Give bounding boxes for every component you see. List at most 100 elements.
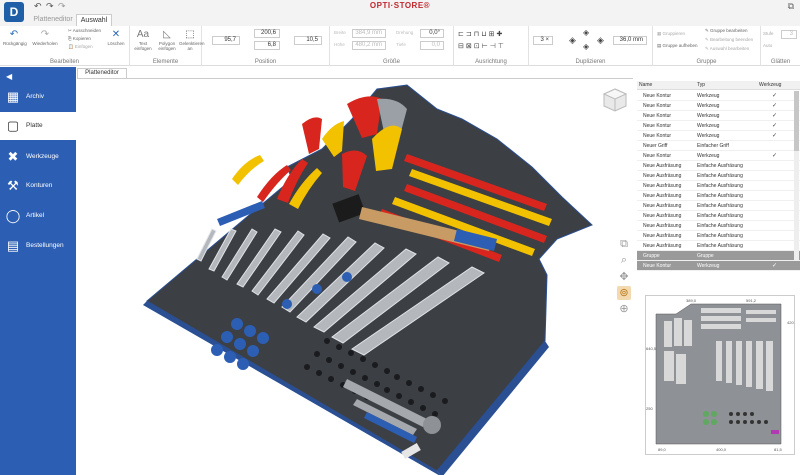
- target-icon[interactable]: ⊕: [617, 302, 631, 316]
- align-row-2-icons[interactable]: ⊟⊠⊡⊢⊣⊤: [458, 42, 506, 50]
- table-row[interactable]: Neue Ausfräsung Einfache Ausfräsung: [637, 241, 800, 251]
- align-to-icon: ⬚: [185, 29, 195, 40]
- sidebar-item-archiv[interactable]: ▦ Archiv: [0, 83, 76, 111]
- delete-icon: ✕: [111, 29, 121, 40]
- table-row[interactable]: Neue Kontur Werkzeug ✓: [637, 91, 800, 101]
- table-row[interactable]: Neue Kontur Werkzeug ✓: [637, 261, 800, 271]
- align-to-button[interactable]: ⬚ Gelenktieren an: [179, 29, 205, 51]
- duplicate-distance-field[interactable]: 36,0 mm: [613, 36, 647, 45]
- sidebar-item-label: Werkzeuge: [26, 153, 59, 160]
- duplicate-down-icon[interactable]: ◈: [583, 42, 589, 51]
- table-row[interactable]: Gruppe Gruppe: [637, 251, 800, 261]
- table-row[interactable]: Neue Ausfräsung Einfache Ausfräsung: [637, 201, 800, 211]
- duplicate-left-icon[interactable]: ◈: [569, 35, 576, 46]
- undo-icon: ↶: [9, 29, 19, 40]
- cut-button[interactable]: ✂ Ausschneiden: [68, 28, 101, 34]
- hoehe-field[interactable]: 480,2 mm: [352, 41, 386, 50]
- column-header-werkzeug[interactable]: Werkzeug: [759, 82, 781, 88]
- tab-platteneditor-document[interactable]: Platteneditor: [77, 68, 127, 78]
- column-header-name[interactable]: Name: [639, 82, 652, 88]
- table-row[interactable]: Neue Ausfräsung Einfache Ausfräsung: [637, 231, 800, 241]
- sidebar-item-artikel[interactable]: ◯ Artikel: [0, 202, 76, 230]
- checkmark-icon[interactable]: ✓: [772, 112, 777, 119]
- duplicate-right-icon[interactable]: ◈: [597, 35, 604, 46]
- cell-name: Gruppe: [643, 253, 660, 259]
- table-row[interactable]: Neue Kontur Werkzeug ✓: [637, 131, 800, 141]
- delete-button[interactable]: ✕ Löschen: [106, 29, 126, 46]
- sidebar-item-bestellungen[interactable]: ▤ Bestellungen: [0, 232, 76, 260]
- tab-auswahl[interactable]: Auswahl: [76, 14, 112, 26]
- gruppe-bearbeiten-button[interactable]: ✎ Gruppe bearbeiten: [705, 28, 748, 34]
- group-gruppe: ▦ Gruppieren ▤ Gruppe aufheben ✎ Gruppe …: [653, 26, 761, 66]
- duplicate-count-field[interactable]: 3 ×: [533, 36, 553, 45]
- sidebar-item-werkzeuge[interactable]: ✖ Werkzeuge: [0, 143, 76, 171]
- gruppieren-button[interactable]: ▦ Gruppieren: [657, 31, 685, 37]
- position-x-field[interactable]: 95,7: [212, 36, 240, 45]
- editor-canvas[interactable]: [77, 78, 633, 475]
- group-ausrichtung: ⊏⊐⊓⊔⊞✚ ⊟⊠⊡⊢⊣⊤ Ausrichtung: [454, 26, 529, 66]
- checkmark-icon[interactable]: ✓: [772, 122, 777, 129]
- copy-button[interactable]: ⎘ Kopieren: [68, 36, 91, 41]
- foam-insert-3d-view[interactable]: [77, 79, 633, 475]
- paste-button[interactable]: 📋 Einfügen: [68, 44, 93, 50]
- duplicate-up-icon[interactable]: ◈: [583, 28, 589, 37]
- table-row[interactable]: Neue Kontur Werkzeug ✓: [637, 121, 800, 131]
- stufe-label: Stufe: [763, 31, 774, 36]
- redo-icon: ↷: [40, 29, 50, 40]
- zoom-extents-icon[interactable]: ⧉: [617, 238, 631, 252]
- tab-platteneditor[interactable]: Platteneditor: [30, 14, 76, 26]
- group-label-ausrichtung: Ausrichtung: [475, 59, 507, 65]
- cell-name: Neue Kontur: [643, 153, 672, 159]
- collapse-sidebar-icon[interactable]: ◀: [6, 72, 12, 81]
- bearbeitung-beenden-button[interactable]: ✎ Bearbeitung beenden: [705, 37, 753, 43]
- plate-overview-drawing[interactable]: 389,0 591,2 420 640,5 250 89,0 400,0 81,…: [645, 295, 795, 455]
- group-elemente: Aa Text einfügen ◺ Polygon einfügen ⬚ Gelen…: [130, 26, 205, 66]
- cell-typ: Einfache Ausfräsung: [697, 243, 743, 249]
- checkmark-icon[interactable]: ✓: [772, 132, 777, 139]
- redo-button[interactable]: ↷ Wiederholen: [29, 29, 61, 46]
- auto-button[interactable]: Auto: [763, 43, 772, 48]
- column-header-typ[interactable]: Typ: [697, 82, 705, 88]
- table-row[interactable]: Neue Ausfräsung Einfache Ausfräsung: [637, 211, 800, 221]
- view-cube-icon[interactable]: [602, 87, 628, 113]
- checkmark-icon[interactable]: ✓: [772, 92, 777, 99]
- undo-button[interactable]: ↶ Rückgängig: [3, 29, 27, 46]
- cell-name: Neuer Griff: [643, 143, 668, 149]
- insert-polygon-button[interactable]: ◺ Polygon einfügen: [156, 29, 178, 51]
- checkmark-icon[interactable]: ✓: [772, 102, 777, 109]
- table-row[interactable]: Neue Kontur Werkzeug ✓: [637, 151, 800, 161]
- checkmark-icon[interactable]: ✓: [772, 152, 777, 159]
- position-z-field[interactable]: 6,8: [254, 41, 280, 50]
- position-w-field[interactable]: 10,5: [294, 36, 322, 45]
- table-row[interactable]: Neue Kontur Werkzeug ✓: [637, 111, 800, 121]
- table-row[interactable]: Neue Kontur Werkzeug ✓: [637, 101, 800, 111]
- gruppe-aufheben-button[interactable]: ▤ Gruppe aufheben: [657, 43, 698, 49]
- align-row-1-icons[interactable]: ⊏⊐⊓⊔⊞✚: [458, 30, 504, 38]
- breite-field[interactable]: 384,9 mm: [352, 29, 386, 38]
- table-scrollbar[interactable]: [794, 91, 799, 261]
- app-logo[interactable]: D: [4, 2, 24, 22]
- stufe-field[interactable]: 3: [781, 30, 797, 39]
- select-mode-icon[interactable]: ⊚: [617, 286, 631, 300]
- table-row[interactable]: Neue Ausfräsung Einfache Ausfräsung: [637, 171, 800, 181]
- auswahl-bearbeiten-button[interactable]: ✎ Auswahl bearbeiten: [705, 46, 749, 52]
- restore-window-icon[interactable]: ⧉: [788, 1, 794, 12]
- table-row[interactable]: Neue Ausfräsung Einfache Ausfräsung: [637, 161, 800, 171]
- app-title: OPTI·STORE®: [369, 1, 431, 10]
- insert-text-button[interactable]: Aa Text einfügen: [132, 29, 154, 51]
- table-scroll-thumb[interactable]: [794, 91, 799, 151]
- table-row[interactable]: Neue Ausfräsung Einfache Ausfräsung: [637, 221, 800, 231]
- checkmark-icon[interactable]: ✓: [772, 262, 777, 269]
- drehung-field[interactable]: 0,0°: [420, 29, 444, 38]
- sidebar-item-konturen[interactable]: ⚒ Konturen: [0, 172, 76, 200]
- zoom-icon[interactable]: ⌕: [617, 254, 631, 268]
- tiefe-field[interactable]: 0,0: [420, 41, 444, 50]
- cell-name: Neue Ausfräsung: [643, 233, 682, 239]
- cell-name: Neue Ausfräsung: [643, 203, 682, 209]
- pan-icon[interactable]: ✥: [617, 270, 631, 284]
- table-row[interactable]: Neue Ausfräsung Einfache Ausfräsung: [637, 191, 800, 201]
- sidebar-item-platte[interactable]: ▢ Platte: [0, 112, 76, 140]
- table-row[interactable]: Neue Ausfräsung Einfache Ausfräsung: [637, 181, 800, 191]
- position-y-field[interactable]: 200,6: [254, 29, 280, 38]
- table-row[interactable]: Neuer Griff Einfacher Griff: [637, 141, 800, 151]
